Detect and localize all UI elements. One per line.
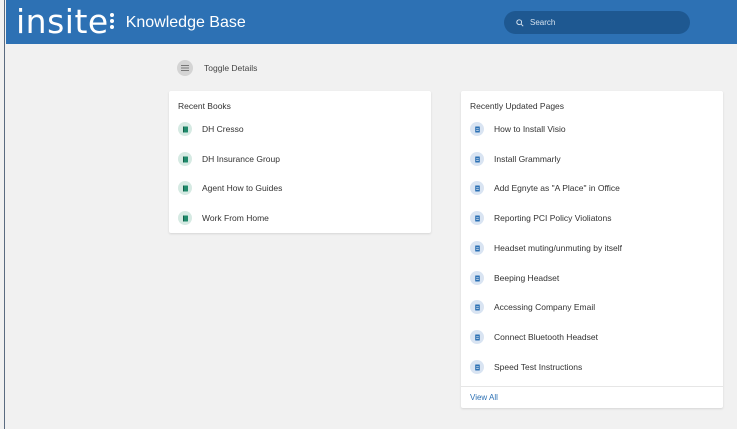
recent-books-card: Recent Books DH Cresso DH Insurance Grou… — [169, 91, 431, 233]
search-input[interactable] — [530, 18, 680, 27]
page-link[interactable]: Accessing Company Email — [470, 300, 595, 314]
logo-dots-icon — [109, 10, 120, 32]
book-icon — [178, 181, 192, 195]
page-link-label: Connect Bluetooth Headset — [494, 332, 598, 342]
book-link[interactable]: Work From Home — [178, 211, 269, 225]
page-link-label: How to Install Visio — [494, 124, 566, 134]
page-link[interactable]: How to Install Visio — [470, 122, 566, 136]
page-icon — [470, 241, 484, 255]
book-link[interactable]: DH Cresso — [178, 122, 244, 136]
search-box[interactable] — [504, 11, 690, 34]
toggle-details-label: Toggle Details — [204, 63, 258, 73]
book-icon — [178, 122, 192, 136]
book-link-label: Work From Home — [202, 213, 269, 223]
page-link[interactable]: Reporting PCI Policy Violiatons — [470, 211, 612, 225]
book-icon — [178, 211, 192, 225]
page-icon — [470, 271, 484, 285]
page-link-label: Beeping Headset — [494, 273, 560, 283]
card-divider — [461, 386, 723, 387]
page-link[interactable]: Add Egnyte as "A Place" in Office — [470, 181, 620, 195]
app-title: Knowledge Base — [125, 14, 246, 31]
recent-pages-card: Recently Updated Pages How to Install Vi… — [461, 91, 723, 408]
recent-books-title: Recent Books — [178, 101, 231, 111]
book-icon — [178, 152, 192, 166]
page-link[interactable]: Install Grammarly — [470, 152, 561, 166]
book-link-label: Agent How to Guides — [202, 183, 283, 193]
top-navbar: insite Knowledge Base — [6, 0, 737, 44]
window-left-edge — [0, 0, 5, 429]
page-link-label: Accessing Company Email — [494, 302, 596, 312]
page-link-label: Add Egnyte as "A Place" in Office — [494, 183, 620, 193]
page-icon — [470, 181, 484, 195]
page-link[interactable]: Beeping Headset — [470, 271, 559, 285]
page-link-label: Speed Test Instructions — [494, 362, 583, 372]
page-icon — [470, 330, 484, 344]
book-link-label: DH Insurance Group — [202, 154, 280, 164]
book-link[interactable]: DH Insurance Group — [178, 152, 280, 166]
search-icon — [516, 18, 524, 27]
page-icon — [470, 122, 484, 136]
insite-logo[interactable]: insite — [16, 1, 120, 41]
book-link-label: DH Cresso — [202, 124, 244, 134]
page-link-label: Install Grammarly — [494, 154, 561, 164]
page-link-label: Reporting PCI Policy Violiatons — [494, 213, 612, 223]
page-link[interactable]: Speed Test Instructions — [470, 360, 582, 374]
logo-wordmark: insite — [16, 1, 109, 41]
page-icon — [470, 300, 484, 314]
page-icon — [470, 360, 484, 374]
recent-pages-title: Recently Updated Pages — [470, 101, 565, 111]
page-icon — [470, 152, 484, 166]
toggle-details-button[interactable]: Toggle Details — [177, 60, 257, 76]
page-link[interactable]: Connect Bluetooth Headset — [470, 330, 598, 344]
page-link[interactable]: Headset muting/unmuting by itself — [470, 241, 622, 255]
page-link-label: Headset muting/unmuting by itself — [494, 243, 623, 253]
page-icon — [470, 211, 484, 225]
toggle-list-icon — [177, 60, 193, 76]
view-all-link[interactable]: View All — [470, 393, 498, 402]
book-link[interactable]: Agent How to Guides — [178, 181, 282, 195]
